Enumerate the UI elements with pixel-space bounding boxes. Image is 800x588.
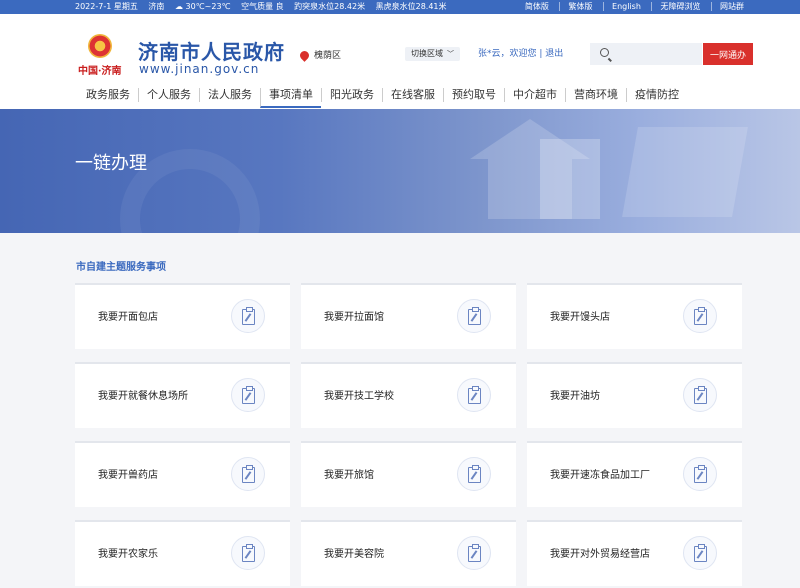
air-quality-text: 空气质量 良 [241, 2, 284, 11]
water-level-2: 黑虎泉水位28.41米 [375, 2, 447, 11]
link-site-group[interactable]: 网站群 [711, 2, 752, 11]
service-card-label: 我要开面包店 [98, 312, 158, 323]
service-card[interactable]: 我要开馒头店 [527, 283, 742, 349]
nav-epidemic-prevention[interactable]: 疫情防控 [626, 88, 687, 102]
clipboard-edit-icon [683, 457, 717, 491]
national-emblem-icon [88, 34, 112, 58]
clipboard-edit-icon [231, 457, 265, 491]
search-icon [600, 48, 609, 57]
one-net-service-button[interactable]: 一网通办 [703, 43, 753, 65]
nav-open-government[interactable]: 阳光政务 [321, 88, 382, 102]
water-level-1: 趵突泉水位28.42米 [294, 2, 366, 11]
nav-gov-services[interactable]: 政务服务 [80, 88, 138, 102]
nav-online-support[interactable]: 在线客服 [382, 88, 443, 102]
service-card[interactable]: 我要开速冻食品加工厂 [527, 441, 742, 507]
service-card[interactable]: 我要开技工学校 [301, 362, 516, 428]
service-card-label: 我要开拉面馆 [324, 312, 384, 323]
site-header: 中国·济南 济南市人民政府 www.jinan.gov.cn 槐荫区 切换区域 ﹀… [0, 14, 800, 109]
clipboard-edit-icon [457, 378, 491, 412]
nav-agency-market[interactable]: 中介超市 [504, 88, 565, 102]
link-english[interactable]: English [603, 2, 649, 11]
service-card[interactable]: 我要开美容院 [301, 520, 516, 586]
section-title: 市自建主题服务事项 [76, 262, 166, 273]
clipboard-edit-icon [457, 457, 491, 491]
service-card-label: 我要开技工学校 [324, 391, 394, 402]
location-name: 槐荫区 [314, 51, 342, 61]
service-card[interactable]: 我要开拉面馆 [301, 283, 516, 349]
switch-area-button[interactable]: 切换区域 ﹀ [405, 47, 460, 61]
service-card[interactable]: 我要开对外贸易经营店 [527, 520, 742, 586]
location-indicator: 槐荫区 [298, 48, 342, 62]
nav-item-list[interactable]: 事项清单 [260, 88, 321, 108]
service-card-label: 我要开农家乐 [98, 549, 158, 560]
service-card-label: 我要开旅馆 [324, 470, 374, 481]
emblem-caption: 中国·济南 [78, 66, 122, 77]
clipboard-edit-icon [231, 536, 265, 570]
banner-decoration [540, 139, 600, 219]
site-url: www.jinan.gov.cn [139, 62, 260, 76]
weather-text: ☁ 30℃~23℃ [174, 2, 231, 11]
service-card-label: 我要开馒头店 [550, 312, 610, 323]
clipboard-edit-icon [231, 299, 265, 333]
clipboard-edit-icon [683, 536, 717, 570]
clipboard-edit-icon [457, 299, 491, 333]
chevron-down-icon: ﹀ [447, 50, 454, 58]
main-nav: 政务服务 个人服务 法人服务 事项清单 阳光政务 在线客服 预约取号 中介超市 … [80, 88, 687, 108]
service-card-label: 我要开对外贸易经营店 [550, 549, 650, 560]
link-accessibility[interactable]: 无障碍浏览 [651, 2, 709, 11]
service-card[interactable]: 我要开旅馆 [301, 441, 516, 507]
link-simplified[interactable]: 简体版 [517, 2, 557, 11]
date-text: 2022-7-1 星期五 [75, 2, 138, 11]
service-card-label: 我要开速冻食品加工厂 [550, 470, 650, 481]
clipboard-edit-icon [457, 536, 491, 570]
nav-legal-person-services[interactable]: 法人服务 [199, 88, 260, 102]
switch-area-label: 切换区域 [411, 49, 443, 58]
clipboard-edit-icon [683, 299, 717, 333]
page-banner: 一链办理 [0, 109, 800, 233]
service-card[interactable]: 我要开面包店 [75, 283, 290, 349]
user-greeting[interactable]: 张*云，欢迎您 | 退出 [478, 48, 568, 60]
clipboard-edit-icon [683, 378, 717, 412]
nav-business-environment[interactable]: 营商环境 [565, 88, 626, 102]
clipboard-edit-icon [231, 378, 265, 412]
nav-appointment[interactable]: 预约取号 [443, 88, 504, 102]
page-title: 一链办理 [75, 153, 147, 174]
service-card[interactable]: 我要开农家乐 [75, 520, 290, 586]
service-card-label: 我要开美容院 [324, 549, 384, 560]
link-traditional[interactable]: 繁体版 [559, 2, 601, 11]
service-card[interactable]: 我要开就餐休息场所 [75, 362, 290, 428]
site-title[interactable]: 济南市人民政府 [138, 36, 285, 65]
search-input[interactable] [614, 45, 700, 63]
service-card[interactable]: 我要开兽药店 [75, 441, 290, 507]
city-text: 济南 [148, 2, 165, 11]
service-card-label: 我要开油坊 [550, 391, 600, 402]
service-card-label: 我要开就餐休息场所 [98, 391, 188, 402]
service-card-label: 我要开兽药店 [98, 470, 158, 481]
nav-personal-services[interactable]: 个人服务 [138, 88, 199, 102]
location-pin-icon [298, 49, 311, 62]
service-card[interactable]: 我要开油坊 [527, 362, 742, 428]
banner-decoration [622, 127, 748, 217]
top-info-bar: 2022-7-1 星期五 济南 ☁ 30℃~23℃ 空气质量 良 趵突泉水位28… [0, 0, 800, 14]
